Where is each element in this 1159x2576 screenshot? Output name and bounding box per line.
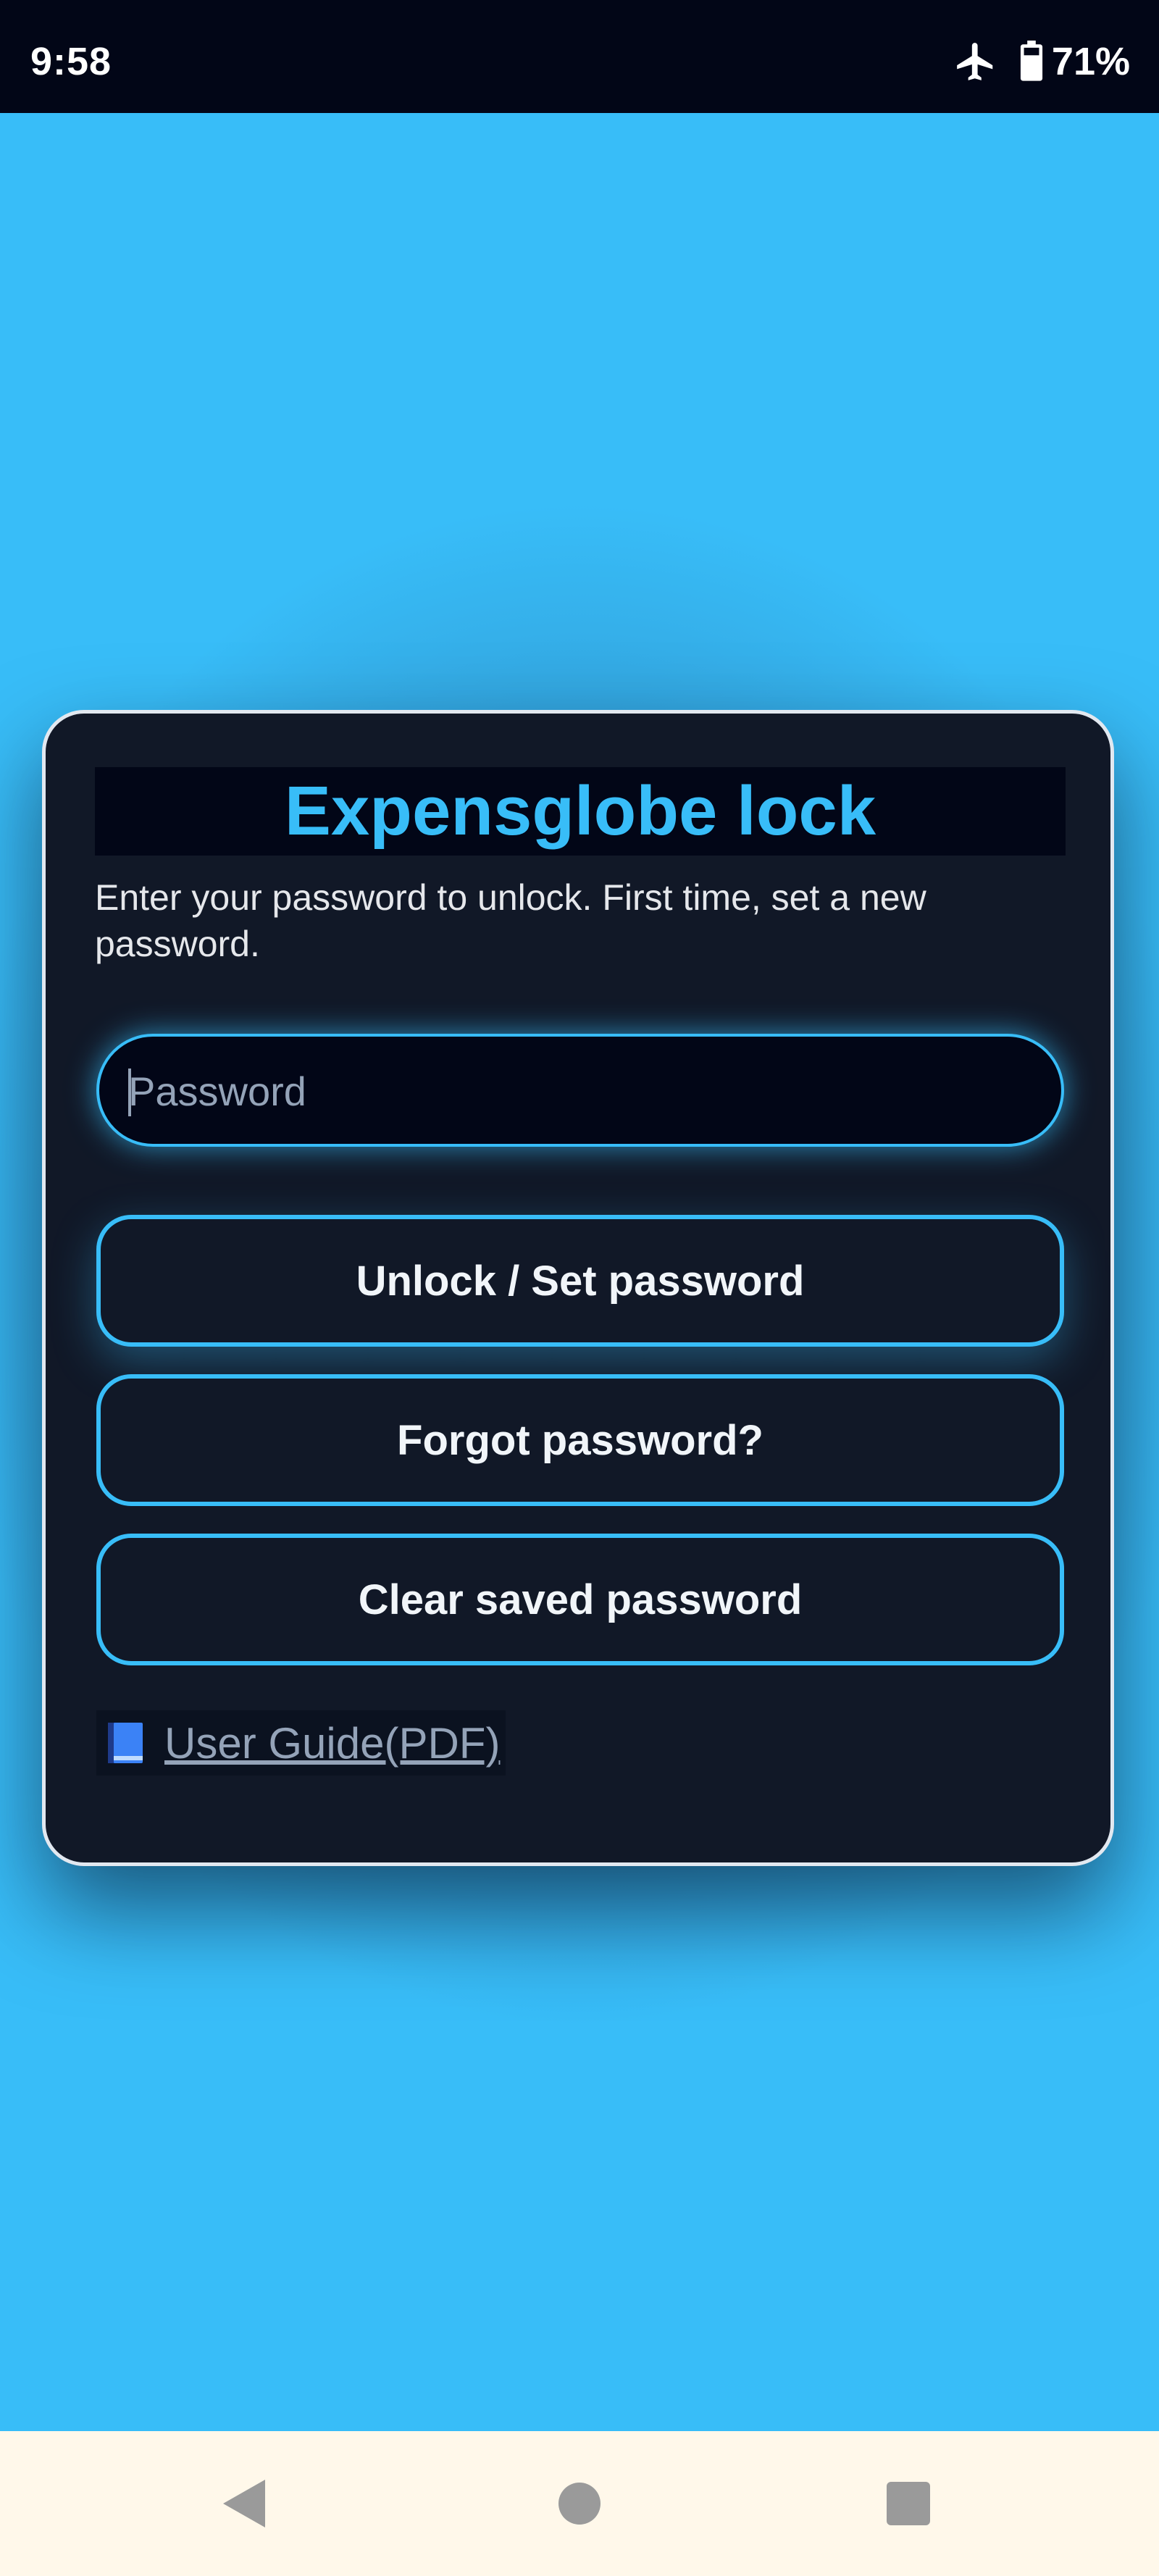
- lock-card: Expensglobe lock Enter your password to …: [42, 710, 1114, 1866]
- home-button[interactable]: [507, 2431, 652, 2576]
- user-guide-link[interactable]: User Guide(PDF): [96, 1710, 506, 1776]
- back-icon: [223, 2480, 265, 2527]
- clear-password-button[interactable]: Clear saved password: [96, 1534, 1064, 1665]
- battery-icon: [1018, 41, 1045, 83]
- subtitle: Enter your password to unlock. First tim…: [95, 877, 926, 964]
- recents-icon: [887, 2482, 930, 2525]
- navigation-bar: [0, 2431, 1159, 2576]
- status-indicators: 71%: [953, 39, 1130, 84]
- page-title: Expensglobe lock: [284, 772, 876, 850]
- title-box: Expensglobe lock: [95, 767, 1066, 856]
- back-button[interactable]: [172, 2431, 317, 2576]
- password-field[interactable]: [96, 1034, 1064, 1147]
- forgot-password-button[interactable]: Forgot password?: [96, 1374, 1064, 1506]
- home-icon: [558, 2483, 601, 2525]
- user-guide-label: User Guide(PDF): [164, 1718, 501, 1768]
- book-icon: [102, 1720, 148, 1766]
- battery-percent: 71%: [1051, 40, 1130, 83]
- text-caret: [128, 1069, 131, 1116]
- airplane-icon: [953, 39, 998, 84]
- recents-button[interactable]: [836, 2431, 981, 2576]
- password-input[interactable]: [127, 1037, 1035, 1145]
- unlock-button[interactable]: Unlock / Set password: [96, 1215, 1064, 1347]
- status-time: 9:58: [30, 40, 112, 83]
- status-bar: 9:58 71%: [0, 0, 1159, 113]
